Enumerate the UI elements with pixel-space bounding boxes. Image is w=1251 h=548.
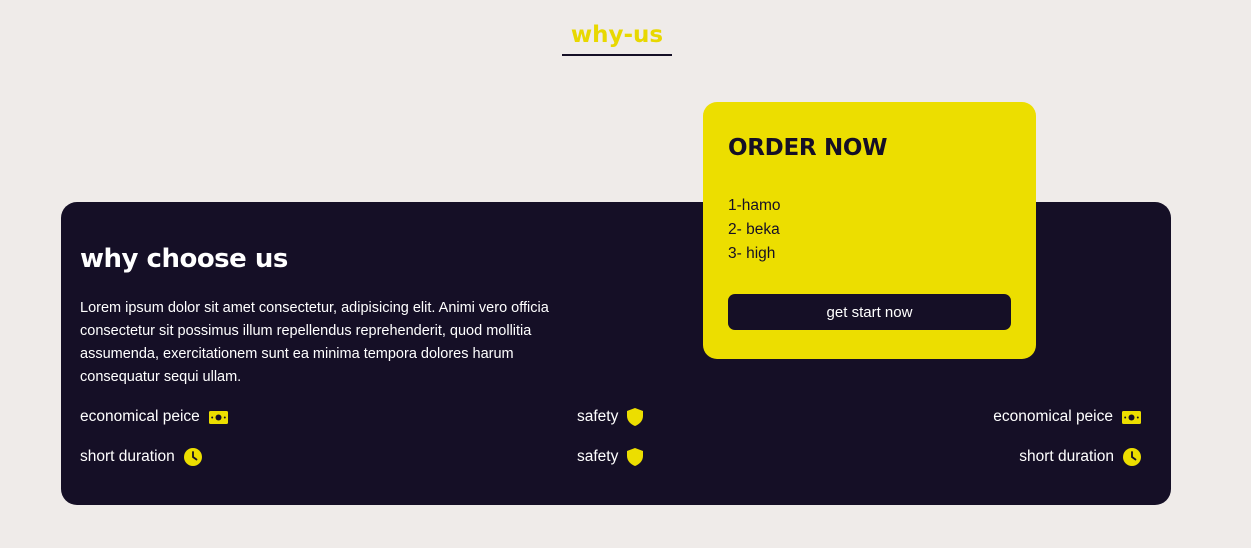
feature-item: short duration: [80, 448, 202, 466]
feature-label: safety: [577, 448, 619, 465]
feature-label: short duration: [1019, 448, 1114, 465]
money-icon: [1122, 410, 1141, 424]
money-icon: [208, 410, 228, 424]
clock-icon: [183, 448, 202, 466]
feature-item: economical peice: [80, 408, 228, 426]
order-card: ORDER NOW 1-hamo 2- beka 3- high get sta…: [703, 102, 1036, 359]
order-list-item: 1-hamo: [728, 197, 781, 214]
feature-label: economical peice: [80, 408, 200, 425]
feature-item: safety: [577, 408, 644, 426]
shield-icon: [627, 408, 644, 426]
panel-description: Lorem ipsum dolor sit amet consectetur, …: [80, 300, 549, 385]
order-list-item: 2- beka: [728, 221, 780, 238]
get-start-button[interactable]: get start now: [728, 294, 1011, 330]
order-title: ORDER NOW: [728, 135, 888, 161]
feature-label: economical peice: [993, 408, 1113, 425]
panel-heading: why choose us: [80, 244, 288, 274]
feature-label: safety: [577, 408, 619, 425]
order-list-item: 3- high: [728, 245, 776, 262]
shield-icon: [627, 448, 644, 466]
feature-item: safety: [577, 448, 644, 466]
order-list: 1-hamo 2- beka 3- high: [728, 194, 781, 266]
page: why-us why choose us Lorem ipsum dolor s…: [0, 0, 1251, 548]
feature-item: economical peice: [993, 408, 1141, 426]
section-title: why-us: [562, 22, 672, 56]
clock-icon: [1123, 448, 1141, 466]
feature-item: short duration: [1019, 448, 1141, 466]
feature-label: short duration: [80, 448, 175, 465]
